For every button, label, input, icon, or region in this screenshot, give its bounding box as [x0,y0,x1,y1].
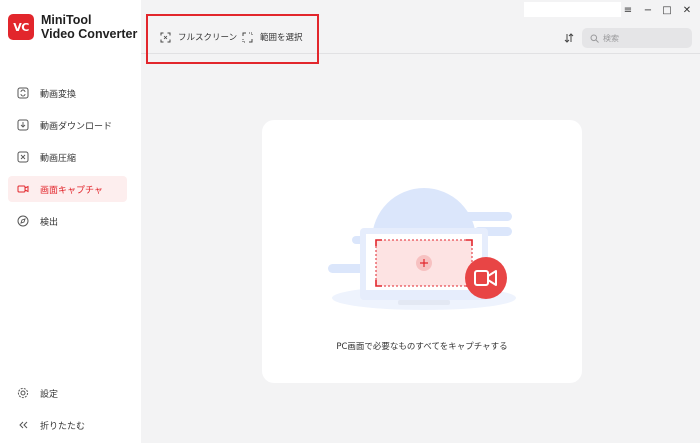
sidebar-item-screen-capture[interactable]: 画面キャプチャ [8,176,127,202]
search-input[interactable]: 検索 [582,28,692,48]
sidebar-item-label: 折りたたむ [40,421,86,432]
app-name-line2: Video Converter [41,27,138,41]
search-placeholder: 検索 [603,33,619,43]
app-logo: VC MiniTool Video Converter [8,13,137,41]
sidebar-item-collapse[interactable]: 折りたたむ [8,412,127,438]
screen-capture-icon [17,183,29,195]
minimize-button[interactable]: − [641,3,655,17]
download-icon [17,119,29,131]
gear-icon [17,387,29,399]
maximize-button[interactable]: □ [660,3,674,17]
sidebar: VC MiniTool Video Converter 動画変換 動画ダウンロー… [0,0,141,443]
convert-icon [17,87,29,99]
sidebar-bottom: 設定 折りたたむ [8,380,127,443]
menu-button[interactable]: ≡ [621,3,635,17]
title-bar-blank [524,2,621,17]
sidebar-item-convert[interactable]: 動画変換 [8,80,127,106]
sidebar-item-label: 動画ダウンロード [40,121,113,132]
sidebar-item-label: 動画変換 [40,89,77,100]
highlight-annotation-box [146,14,319,64]
sort-icon[interactable] [563,32,575,44]
sidebar-nav: 動画変換 動画ダウンロード 動画圧縮 画面キャプチャ 検出 [8,80,127,240]
app-name: MiniTool Video Converter [41,13,137,41]
search-icon [590,34,599,43]
sidebar-item-compress[interactable]: 動画圧縮 [8,144,127,170]
compress-icon [17,151,29,163]
sidebar-item-settings[interactable]: 設定 [8,380,127,406]
logo-badge: VC [8,14,34,40]
sidebar-item-download[interactable]: 動画ダウンロード [8,112,127,138]
app-name-line1: MiniTool [41,13,92,27]
sidebar-item-explore[interactable]: 検出 [8,208,127,234]
explore-icon [17,215,29,227]
sidebar-item-label: 検出 [40,217,59,228]
empty-state-message: PC画面で必要なものすべてをキャプチャする [336,342,508,352]
close-button[interactable]: ✕ [680,3,694,17]
empty-state-card: PC画面で必要なものすべてをキャプチャする [262,120,582,383]
collapse-icon [17,419,29,431]
screen-capture-illustration [328,188,516,310]
sidebar-item-label: 動画圧縮 [40,153,77,164]
sidebar-item-label: 設定 [40,389,59,400]
sidebar-item-label: 画面キャプチャ [40,185,103,196]
